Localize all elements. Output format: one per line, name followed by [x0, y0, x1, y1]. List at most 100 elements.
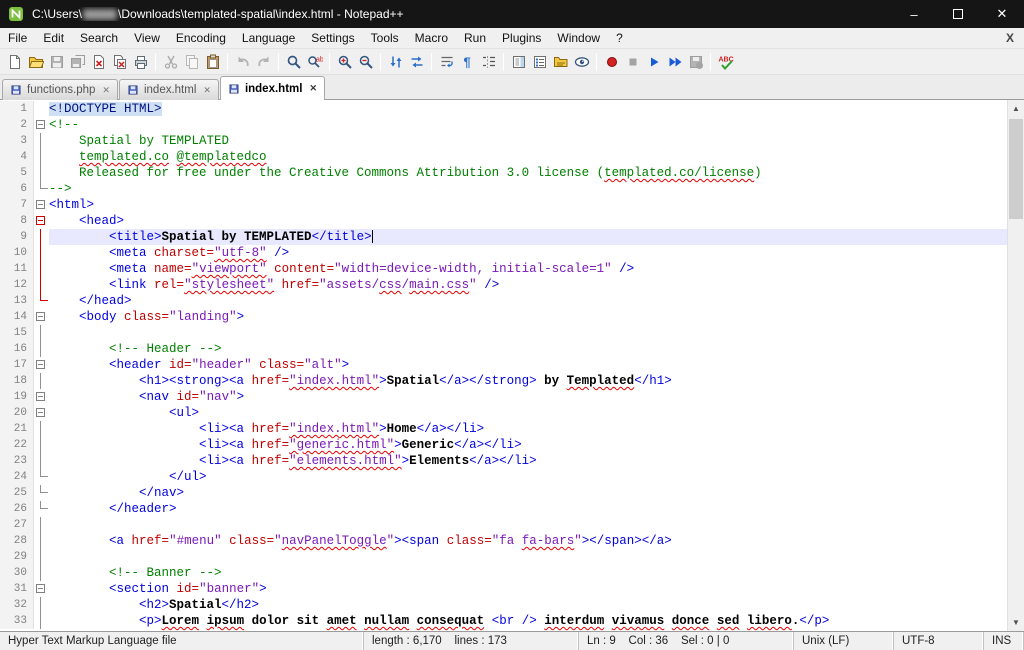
code-text[interactable]: <!-- Header --> [49, 341, 1007, 357]
paste-icon[interactable] [202, 51, 223, 72]
code-text[interactable]: <!DOCTYPE HTML> [49, 101, 1007, 117]
code-line[interactable]: 23 <li><a href="elements.html">Elements<… [0, 453, 1007, 469]
menu-tools[interactable]: Tools [363, 29, 407, 47]
code-line[interactable]: 16 <!-- Header --> [0, 341, 1007, 357]
indent-guide-icon[interactable] [478, 51, 499, 72]
code-line[interactable]: 27 [0, 517, 1007, 533]
record-macro-icon[interactable] [601, 51, 622, 72]
find-icon[interactable] [283, 51, 304, 72]
code-line[interactable]: 30 <!-- Banner --> [0, 565, 1007, 581]
menu-window[interactable]: Window [549, 29, 608, 47]
fold-toggle-icon[interactable] [34, 213, 49, 229]
code-text[interactable]: <header id="header" class="alt"> [49, 357, 1007, 373]
code-text[interactable]: <li><a href="generic.html">Generic</a></… [49, 437, 1007, 453]
open-icon[interactable] [25, 51, 46, 72]
print-icon[interactable] [130, 51, 151, 72]
code-line[interactable]: 26 </header> [0, 501, 1007, 517]
code-line[interactable]: 9 <title>Spatial by TEMPLATED</title> [0, 229, 1007, 245]
code-text[interactable]: </nav> [49, 485, 1007, 501]
close-icon[interactable] [88, 51, 109, 72]
code-text[interactable]: <ul> [49, 405, 1007, 421]
code-line[interactable]: 10 <meta charset="utf-8" /> [0, 245, 1007, 261]
code-line[interactable]: 6--> [0, 181, 1007, 197]
code-line[interactable]: 29 [0, 549, 1007, 565]
fold-toggle-icon[interactable] [34, 389, 49, 405]
tab-index.html-active[interactable]: index.html✕ [220, 76, 325, 100]
new-file-icon[interactable] [4, 51, 25, 72]
code-text[interactable]: <title>Spatial by TEMPLATED</title> [49, 229, 1007, 245]
code-line[interactable]: 25 </nav> [0, 485, 1007, 501]
code-line[interactable]: 20 <ul> [0, 405, 1007, 421]
tab-close-icon[interactable]: ✕ [100, 85, 110, 96]
spell-check-icon[interactable]: ABC [715, 51, 736, 72]
menu-view[interactable]: View [126, 29, 168, 47]
code-text[interactable]: </head> [49, 293, 1007, 309]
save-icon[interactable] [46, 51, 67, 72]
replace-icon[interactable]: ab [304, 51, 325, 72]
code-line[interactable]: 11 <meta name="viewport" content="width=… [0, 261, 1007, 277]
tab-index.html[interactable]: index.html✕ [119, 79, 219, 100]
code-line[interactable]: 18 <h1><strong><a href="index.html">Spat… [0, 373, 1007, 389]
code-text[interactable]: <link rel="stylesheet" href="assets/css/… [49, 277, 1007, 293]
code-text[interactable]: templated.co @templatedco [49, 149, 1007, 165]
redo-icon[interactable] [253, 51, 274, 72]
show-all-characters-icon[interactable]: ¶ [457, 51, 478, 72]
menu-language[interactable]: Language [234, 29, 303, 47]
code-line[interactable]: 32 <h2>Spatial</h2> [0, 597, 1007, 613]
word-wrap-icon[interactable] [436, 51, 457, 72]
fold-toggle-icon[interactable] [34, 581, 49, 597]
menu-edit[interactable]: Edit [35, 29, 72, 47]
code-text[interactable]: <h2>Spatial</h2> [49, 597, 1007, 613]
sync-vertical-icon[interactable] [385, 51, 406, 72]
code-text[interactable]: </header> [49, 501, 1007, 517]
code-text[interactable]: Spatial by TEMPLATED [49, 133, 1007, 149]
menu-encoding[interactable]: Encoding [168, 29, 234, 47]
menu-search[interactable]: Search [72, 29, 126, 47]
code-line[interactable]: 17 <header id="header" class="alt"> [0, 357, 1007, 373]
copy-icon[interactable] [181, 51, 202, 72]
menu-file[interactable]: File [0, 29, 35, 47]
code-text[interactable]: </ul> [49, 469, 1007, 485]
menu-help[interactable]: ? [608, 29, 631, 47]
code-text[interactable] [49, 325, 1007, 341]
zoom-out-icon[interactable] [355, 51, 376, 72]
code-line[interactable]: 2<!-- [0, 117, 1007, 133]
code-text[interactable] [49, 517, 1007, 533]
code-text[interactable]: --> [49, 181, 1007, 197]
code-line[interactable]: 1<!DOCTYPE HTML> [0, 101, 1007, 117]
minimize-button[interactable]: – [892, 0, 936, 28]
code-text[interactable]: <p>Lorem ipsum dolor sit amet nullam con… [49, 613, 1007, 629]
save-recorded-macro-icon[interactable] [685, 51, 706, 72]
code-line[interactable]: 28 <a href="#menu" class="navPanelToggle… [0, 533, 1007, 549]
fold-toggle-icon[interactable] [34, 117, 49, 133]
function-list-icon[interactable] [529, 51, 550, 72]
menu-macro[interactable]: Macro [407, 29, 456, 47]
code-line[interactable]: 5 Released for free under the Creative C… [0, 165, 1007, 181]
status-eol-format[interactable]: Unix (LF) [794, 632, 894, 650]
code-text[interactable]: <!-- [49, 117, 1007, 133]
menu-settings[interactable]: Settings [303, 29, 362, 47]
fold-toggle-icon[interactable] [34, 197, 49, 213]
code-text[interactable]: <!-- Banner --> [49, 565, 1007, 581]
code-text[interactable]: <a href="#menu" class="navPanelToggle"><… [49, 533, 1007, 549]
save-all-icon[interactable] [67, 51, 88, 72]
menu-plugins[interactable]: Plugins [494, 29, 549, 47]
code-line[interactable]: 15 [0, 325, 1007, 341]
code-text[interactable]: <h1><strong><a href="index.html">Spatial… [49, 373, 1007, 389]
code-line[interactable]: 24 </ul> [0, 469, 1007, 485]
fold-toggle-icon[interactable] [34, 357, 49, 373]
code-line[interactable]: 21 <li><a href="index.html">Home</a></li… [0, 421, 1007, 437]
tab-functions.php[interactable]: functions.php✕ [2, 79, 118, 100]
document-map-icon[interactable] [508, 51, 529, 72]
code-line[interactable]: 31 <section id="banner"> [0, 581, 1007, 597]
code-line[interactable]: 12 <link rel="stylesheet" href="assets/c… [0, 277, 1007, 293]
vertical-scrollbar[interactable]: ▲ ▼ [1007, 100, 1024, 631]
cut-icon[interactable] [160, 51, 181, 72]
tab-close-icon[interactable]: ✕ [201, 85, 211, 96]
code-text[interactable]: <meta name="viewport" content="width=dev… [49, 261, 1007, 277]
code-text[interactable]: <html> [49, 197, 1007, 213]
code-text[interactable]: <li><a href="elements.html">Elements</a>… [49, 453, 1007, 469]
code-text[interactable]: <meta charset="utf-8" /> [49, 245, 1007, 261]
tab-close-icon[interactable]: ✕ [307, 83, 317, 94]
code-text[interactable]: <body class="landing"> [49, 309, 1007, 325]
